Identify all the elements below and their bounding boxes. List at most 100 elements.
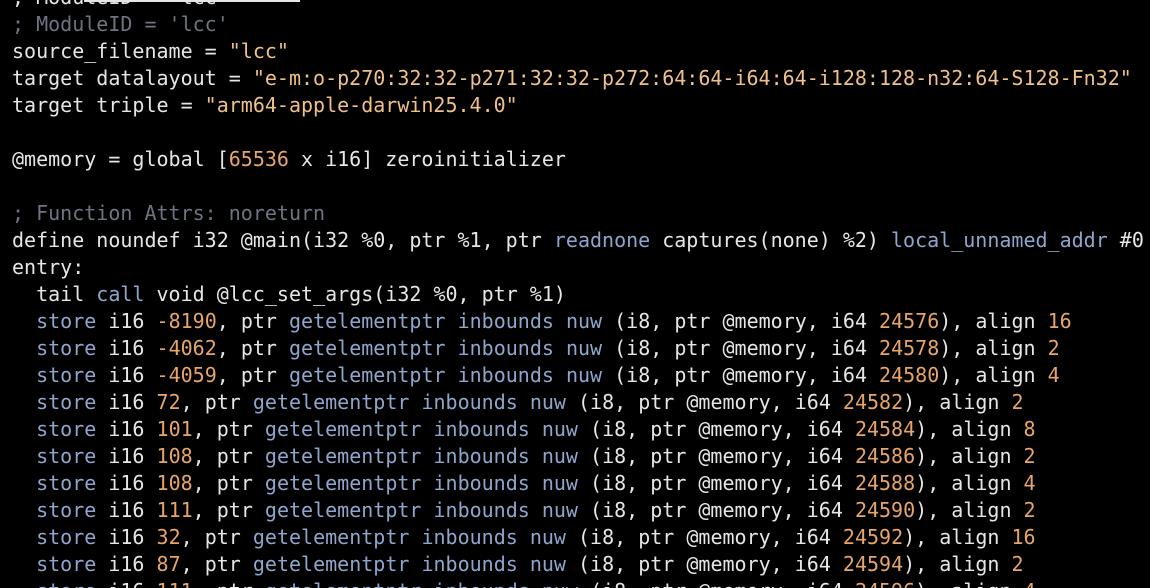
code-token-number: -8190	[156, 309, 217, 333]
code-line[interactable]: tail call void @lcc_set_args(i32 %0, ptr…	[12, 281, 1144, 308]
code-token-number: 32	[156, 525, 181, 549]
code-line[interactable]: ; ModuleID = 'lcc'	[12, 0, 1144, 11]
code-token-number: 4	[1024, 579, 1036, 588]
code-token-plain: i16	[96, 336, 157, 360]
code-line[interactable]: store i16 -4059, ptr getelementptr inbou…	[12, 362, 1144, 389]
code-token-keyword: store	[36, 390, 97, 414]
code-line[interactable]: store i16 -4062, ptr getelementptr inbou…	[12, 335, 1144, 362]
code-token-keyword: getelementptr inbounds nuw	[264, 417, 578, 441]
code-token-plain: i16	[96, 417, 157, 441]
code-token-plain: , ptr	[180, 390, 253, 414]
code-line[interactable]: store i16 111, ptr getelementptr inbound…	[12, 578, 1144, 588]
code-token-number: 72	[156, 390, 181, 414]
code-token-plain: , ptr	[216, 336, 289, 360]
code-token-keyword: store	[36, 471, 97, 495]
code-token-plain: ), align	[915, 444, 1024, 468]
code-token-plain: , ptr	[192, 444, 265, 468]
code-token-plain: ), align	[939, 363, 1048, 387]
code-line[interactable]: target datalayout = "e-m:o-p270:32:32-p2…	[12, 65, 1144, 92]
code-token-plain: (i8, ptr @memory, i64	[602, 336, 880, 360]
code-token-number: 24590	[854, 498, 916, 522]
code-token-plain: i16	[96, 471, 157, 495]
code-token-number: 24578	[879, 336, 940, 360]
code-token-plain: i16	[96, 498, 157, 522]
code-token-plain: (i8, ptr @memory, i64	[577, 498, 855, 522]
code-line[interactable]: store i16 111, ptr getelementptr inbound…	[12, 497, 1144, 524]
code-token-plain: ), align	[915, 417, 1024, 441]
code-line[interactable]: ; ModuleID = 'lcc'	[12, 11, 1144, 38]
code-token-keyword: getelementptr inbounds nuw	[264, 471, 578, 495]
code-line[interactable]: store i16 108, ptr getelementptr inbound…	[12, 470, 1144, 497]
code-line[interactable]: store i16 72, ptr getelementptr inbounds…	[12, 389, 1144, 416]
code-line[interactable]: source_filename = "lcc"	[12, 38, 1144, 65]
code-token-plain: i16	[96, 444, 157, 468]
code-token-number: 16	[1047, 309, 1072, 333]
code-token-plain: x i16] zeroinitializer	[288, 147, 566, 171]
code-line[interactable]: target triple = "arm64-apple-darwin25.4.…	[12, 92, 1144, 119]
code-token-plain: , ptr	[216, 363, 289, 387]
code-token-number: 24592	[842, 525, 904, 549]
code-line[interactable]: define noundef i32 @main(i32 %0, ptr %1,…	[12, 227, 1144, 254]
code-token-keyword: getelementptr inbounds nuw	[265, 579, 578, 588]
code-token-keyword: call	[96, 282, 145, 306]
code-token-plain: (i8, ptr @memory, i64	[602, 309, 880, 333]
code-token-keyword: getelementptr inbounds nuw	[264, 444, 578, 468]
code-token-number: 101	[156, 417, 193, 441]
code-token-number: -4062	[156, 336, 217, 360]
code-area[interactable]: ; ModuleID = 'lcc' ; ModuleID = 'lcc'sou…	[12, 0, 1144, 588]
code-token-plain: ), align	[915, 498, 1024, 522]
code-token-keyword: getelementptr inbounds nuw	[289, 363, 603, 387]
code-token-comment: ; ModuleID = 'lcc'	[12, 12, 229, 36]
code-token-plain: ), align	[915, 579, 1023, 588]
code-token-string: "e-m:o-p270:32:32-p271:32:32-p272:64:64-…	[252, 66, 1132, 90]
code-line[interactable]: store i16 101, ptr getelementptr inbound…	[12, 416, 1144, 443]
code-token-number: 108	[156, 471, 193, 495]
code-token-plain: ), align	[939, 309, 1048, 333]
code-token-number: 8	[1023, 417, 1036, 441]
code-token-plain: ), align	[903, 552, 1012, 576]
code-token-plain: i16	[96, 525, 157, 549]
code-line[interactable]: ​	[12, 119, 1144, 146]
code-line[interactable]: entry:	[12, 254, 1144, 281]
code-token-keyword: getelementptr inbounds nuw	[252, 390, 566, 414]
code-token-plain: target datalayout =	[12, 66, 253, 90]
code-token-number: 16	[1011, 525, 1036, 549]
code-token-keyword: store	[36, 579, 96, 588]
code-token-plain: (i8, ptr @memory, i64	[565, 552, 843, 576]
code-token-number: -4059	[156, 363, 217, 387]
code-token-plain: i16	[96, 390, 157, 414]
code-token-plain: source_filename =	[12, 39, 229, 63]
code-token-number: 24584	[854, 417, 916, 441]
code-line[interactable]: store i16 -8190, ptr getelementptr inbou…	[12, 308, 1144, 335]
code-token-plain: entry:	[12, 255, 85, 279]
code-token-number: 111	[157, 579, 193, 588]
code-line[interactable]: store i16 87, ptr getelementptr inbounds…	[12, 551, 1144, 578]
code-token-number: 2	[1011, 552, 1024, 576]
code-token-number: 65536	[228, 147, 289, 171]
code-token-plain: , ptr	[180, 525, 253, 549]
code-token-plain: (i8, ptr @memory, i64	[577, 444, 855, 468]
code-line[interactable]: ; Function Attrs: noreturn	[12, 200, 1144, 227]
code-line[interactable]: store i16 32, ptr getelementptr inbounds…	[12, 524, 1144, 551]
code-token-plain: target triple =	[12, 93, 205, 117]
code-token-plain: @memory = global [	[12, 147, 229, 171]
code-token-plain: ), align	[915, 471, 1024, 495]
code-line[interactable]: ​	[12, 173, 1144, 200]
code-token-keyword: store	[36, 444, 97, 468]
code-line[interactable]: @memory = global [65536 x i16] zeroiniti…	[12, 146, 1144, 173]
code-token-plain: void @lcc_set_args(i32 %0, ptr %1)	[144, 282, 566, 306]
code-editor[interactable]: ; ModuleID = 'lcc' ; ModuleID = 'lcc'sou…	[0, 0, 1150, 588]
code-token-keyword: store	[36, 417, 97, 441]
code-token-plain: i16	[96, 552, 157, 576]
code-line[interactable]: store i16 108, ptr getelementptr inbound…	[12, 443, 1144, 470]
code-token-plain: (i8, ptr @memory, i64	[565, 525, 843, 549]
code-token-plain: tail	[12, 282, 97, 306]
code-token-keyword: getelementptr inbounds nuw	[252, 525, 566, 549]
